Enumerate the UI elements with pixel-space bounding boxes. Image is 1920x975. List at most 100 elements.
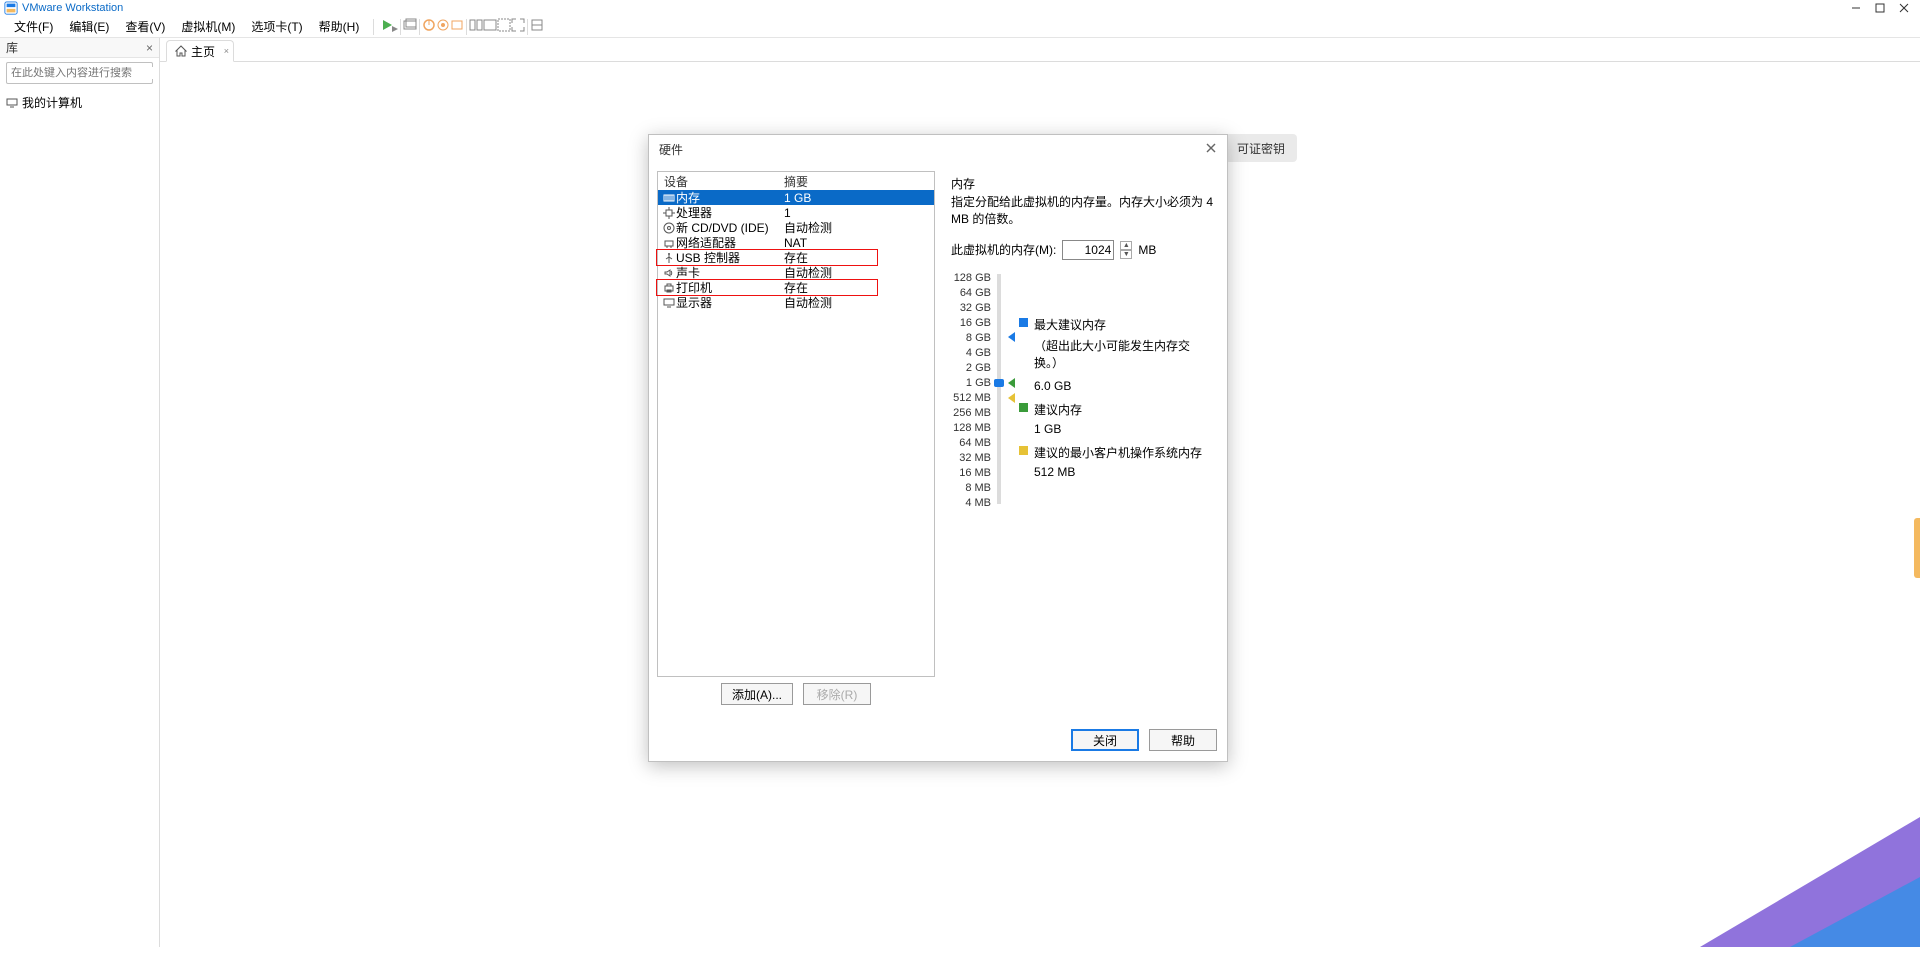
scale-label: 32 GB (951, 302, 991, 314)
memory-heading: 内存 (951, 175, 1213, 192)
device-list: 设备 摘要 内存1 GB处理器1新 CD/DVD (IDE)自动检测网络适配器N… (657, 171, 935, 677)
device-row[interactable]: 网络适配器NAT (658, 235, 934, 250)
device-icon (662, 267, 676, 279)
tab-strip: 主页 × (160, 38, 1920, 62)
menu-file[interactable]: 文件(F) (6, 16, 61, 37)
col-device: 设备 (664, 173, 784, 190)
sidebar-title: 库 (6, 39, 18, 56)
tree-item-label: 我的计算机 (22, 94, 82, 111)
legend-max-value: 6.0 GB (1034, 379, 1213, 393)
decor-side-accent (1914, 518, 1920, 578)
legend-min-title: 建议的最小客户机操作系统内存 (1034, 444, 1202, 461)
toolbar-tabs-icon[interactable] (403, 18, 417, 35)
menu-vm[interactable]: 虚拟机(M) (173, 16, 243, 37)
menu-bar: 文件(F) 编辑(E) 查看(V) 虚拟机(M) 选项卡(T) 帮助(H) (0, 16, 1920, 38)
device-summary: 1 GB (784, 191, 930, 205)
search-box[interactable] (6, 62, 153, 84)
main-area: 主页 × 可证密钥 硬件 设备 摘要 (160, 38, 1920, 947)
toolbar-snapshot2-icon[interactable] (436, 18, 450, 35)
toolbar-snapshot-icon[interactable] (422, 18, 436, 35)
close-button[interactable]: 关闭 (1071, 729, 1139, 751)
scale-label: 64 GB (951, 287, 991, 299)
search-input[interactable] (11, 67, 153, 79)
scale-label: 32 MB (951, 452, 991, 464)
sidebar-close-icon[interactable]: × (146, 41, 153, 55)
toolbar-snapshot3-icon[interactable] (450, 18, 464, 35)
license-key-button[interactable]: 可证密钥 (1225, 134, 1297, 162)
memory-legend: 最大建议内存 （超出此大小可能发生内存交换。） 6.0 GB 建议内存 1 GB (1019, 274, 1213, 504)
device-row[interactable]: 新 CD/DVD (IDE)自动检测 (658, 220, 934, 235)
dialog-titlebar: 硬件 (649, 135, 1227, 163)
toolbar-view1-icon[interactable] (469, 18, 483, 35)
device-row[interactable]: USB 控制器存在 (658, 250, 934, 265)
library-sidebar: 库 × 我的计算机 (0, 38, 160, 947)
device-icon (662, 237, 676, 249)
toolbar-fullscreen-icon[interactable] (511, 18, 525, 35)
app-logo-icon (4, 1, 18, 15)
help-button[interactable]: 帮助 (1149, 729, 1217, 751)
device-row[interactable]: 内存1 GB (658, 190, 934, 205)
title-bar: VMware Workstation (0, 0, 1920, 16)
scale-label: 64 MB (951, 437, 991, 449)
window-minimize-button[interactable] (1844, 1, 1868, 15)
scale-label: 128 GB (951, 272, 991, 284)
toolbar-unity-icon[interactable] (530, 18, 544, 35)
scale-label: 256 MB (951, 407, 991, 419)
device-name: 显示器 (676, 294, 784, 311)
memory-unit: MB (1138, 243, 1156, 257)
device-row[interactable]: 显示器自动检测 (658, 295, 934, 310)
memory-scale[interactable]: 128 GB64 GB32 GB16 GB8 GB4 GB2 GB1 GB512… (951, 274, 1005, 504)
app-title: VMware Workstation (22, 2, 123, 14)
legend-recommended-value: 1 GB (1034, 422, 1213, 436)
home-icon (175, 45, 187, 57)
memory-slider-handle[interactable] (994, 379, 1004, 387)
menu-view[interactable]: 查看(V) (117, 16, 173, 37)
library-tree: 我的计算机 (0, 88, 159, 117)
window-close-button[interactable] (1892, 1, 1916, 15)
toolbar-fit-icon[interactable] (497, 18, 511, 35)
decor-triangle-blue (1790, 877, 1920, 947)
col-summary: 摘要 (784, 173, 808, 190)
memory-field-label: 此虚拟机的内存(M): (951, 241, 1056, 258)
memory-row: 此虚拟机的内存(M): ▲▼ MB (951, 240, 1213, 260)
remove-hardware-button[interactable]: 移除(R) (803, 683, 871, 705)
legend-max-icon (1019, 318, 1028, 327)
scale-label: 128 MB (951, 422, 991, 434)
dialog-bottom-row: 关闭 帮助 (649, 723, 1227, 761)
add-hardware-button[interactable]: 添加(A)... (721, 683, 793, 705)
menu-edit[interactable]: 编辑(E) (61, 16, 117, 37)
marker-min-icon (1008, 393, 1015, 403)
device-summary: 自动检测 (784, 219, 930, 236)
marker-recommended-icon (1008, 378, 1015, 388)
toolbar-view2-icon[interactable] (483, 18, 497, 35)
computer-icon (6, 97, 18, 109)
marker-max-icon (1008, 332, 1015, 342)
tree-item-my-computer[interactable]: 我的计算机 (6, 92, 153, 113)
legend-recommended-icon (1019, 403, 1028, 412)
memory-spinner[interactable]: ▲▼ (1120, 241, 1132, 259)
menu-help[interactable]: 帮助(H) (311, 16, 368, 37)
memory-description: 指定分配给此虚拟机的内存量。内存大小必须为 4 MB 的倍数。 (951, 194, 1213, 228)
device-icon (662, 222, 676, 234)
scale-label: 8 MB (951, 482, 991, 494)
tab-home[interactable]: 主页 × (166, 40, 234, 62)
device-row[interactable]: 打印机存在 (658, 280, 934, 295)
device-summary: NAT (784, 236, 930, 250)
device-row[interactable]: 声卡自动检测 (658, 265, 934, 280)
device-icon (662, 282, 676, 294)
dialog-close-icon[interactable] (1205, 142, 1217, 157)
scale-label: 8 GB (951, 332, 991, 344)
device-summary: 自动检测 (784, 294, 930, 311)
window-maximize-button[interactable] (1868, 1, 1892, 15)
tab-close-icon[interactable]: × (224, 46, 229, 56)
legend-max-note: （超出此大小可能发生内存交换。） (1034, 337, 1213, 371)
toolbar-play-icon[interactable] (380, 18, 398, 35)
scale-label: 16 GB (951, 317, 991, 329)
sidebar-header: 库 × (0, 38, 159, 58)
menu-tabs[interactable]: 选项卡(T) (243, 16, 310, 37)
legend-max-title: 最大建议内存 (1034, 316, 1106, 333)
device-icon (662, 252, 676, 264)
memory-input[interactable] (1062, 240, 1114, 260)
device-action-row: 添加(A)... 移除(R) (657, 677, 935, 715)
device-row[interactable]: 处理器1 (658, 205, 934, 220)
